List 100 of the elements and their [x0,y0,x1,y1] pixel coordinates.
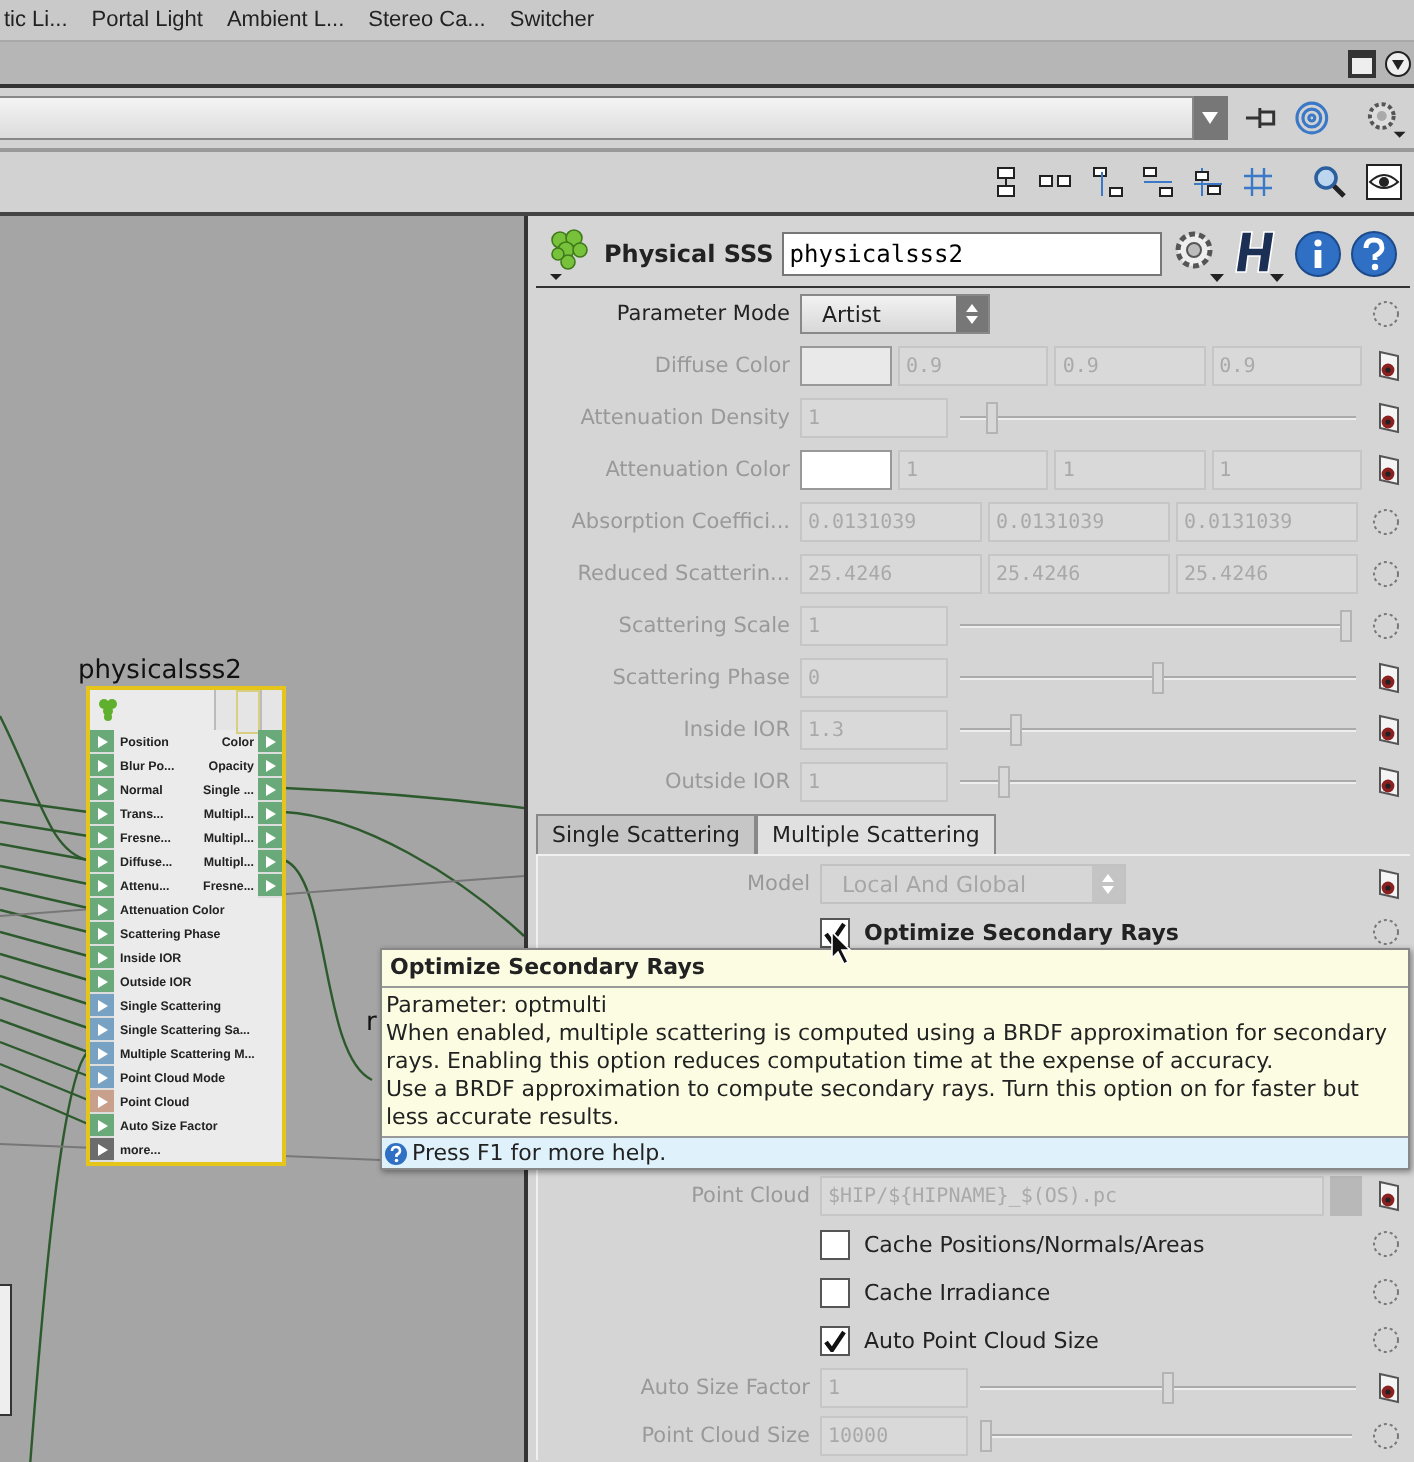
input-connector[interactable] [90,1042,114,1066]
spinner-icon[interactable] [1370,1324,1402,1356]
tab[interactable]: Multiple Scattering [756,814,996,854]
parameter-label: Attenuation Color [603,458,792,482]
spinner-icon[interactable] [1370,1228,1402,1260]
node-flag[interactable] [214,690,236,730]
output-connector[interactable] [258,730,282,754]
shelf-tool[interactable]: tic Li... [0,8,72,32]
input-connector[interactable] [90,778,114,802]
wire [0,930,89,958]
input-connector[interactable] [90,922,114,946]
settings-icon[interactable] [1362,98,1406,138]
checkbox[interactable] [820,1277,850,1307]
spinner-icon[interactable] [1370,916,1402,948]
path-field[interactable] [0,96,1194,140]
layout-icon[interactable] [1038,172,1074,192]
help-icon[interactable] [1349,230,1398,278]
parameter-label: Reduced Scatterin... [575,562,792,586]
layout-icon[interactable] [992,166,1020,198]
tooltip-text: Use a BRDF approximation to compute secondary rays. Turn this option on for faster but less accurate results. [386,1076,1361,1132]
eye-icon[interactable] [1366,164,1402,200]
tab[interactable]: Single Scattering [536,814,757,854]
menu-dropdown[interactable]: Artist [800,294,990,334]
input-connector[interactable] [90,1114,114,1138]
node-flag[interactable] [260,690,282,730]
grid-icon[interactable] [1242,166,1274,198]
parameter-label: Point Cloud [689,1184,812,1208]
wire [0,974,89,1006]
layout-icon[interactable] [1192,166,1224,198]
parameter-label: Scattering Phase [610,666,792,690]
search-icon[interactable] [1312,164,1348,200]
parameter-label: Model [744,872,812,896]
input-connector[interactable] [90,1018,114,1042]
grape-icon [98,698,118,722]
shelf-tool[interactable]: Stereo Ca... [364,8,490,32]
parameter-label: Point Cloud Size [639,1424,812,1448]
tooltip-text: When enabled, multiple scattering is computed using a BRDF approximation for secondary rays. Enabling this option reduces computation time at the expense of accuracy. [386,1020,1390,1076]
input-connector[interactable] [90,1138,114,1162]
pane-icon[interactable] [1346,47,1378,79]
input-connector[interactable] [90,850,114,874]
node-label: r [366,1008,377,1038]
parameter-label: Attenuation Density [578,406,792,430]
shelf-tool[interactable]: Switcher [505,8,599,32]
checkbox-label: Cache Irradiance [864,1279,1051,1305]
output-connector[interactable] [258,754,282,778]
input-connector[interactable] [90,898,114,922]
pin-icon[interactable] [1243,102,1279,134]
menu-icon[interactable] [1384,49,1412,77]
output-connector[interactable] [258,778,282,802]
parameter-label: Diffuse Color [652,354,792,378]
node-type-label: Physical SSS [604,240,774,268]
help-hint: Press F1 for more help. [412,1140,667,1166]
shelf-tool[interactable]: Ambient L... [222,8,349,32]
input-connector[interactable] [90,970,114,994]
wire [0,952,89,982]
input-connector[interactable] [90,754,114,778]
tooltip-title: Optimize Secondary Rays [382,950,1408,988]
caret-icon [1202,112,1219,124]
check-icon [824,921,846,943]
layout-icon[interactable] [1142,166,1174,198]
check-icon [824,1329,846,1351]
node-label: physicalsss2 [78,656,242,686]
layout-icon[interactable] [1092,166,1124,198]
input-connector[interactable] [90,826,114,850]
input-connector[interactable] [90,946,114,970]
spinner-icon[interactable] [1370,1276,1402,1308]
checkbox-label: Cache Positions/Normals/Areas [864,1231,1205,1257]
input-connector[interactable] [90,1090,114,1114]
input-connector[interactable] [90,874,114,898]
checkbox[interactable] [820,1229,850,1259]
spinner-icon[interactable] [1370,298,1402,330]
help-icon [384,1141,408,1165]
wire [0,996,89,1030]
output-connector[interactable] [258,826,282,850]
checkbox-label: Auto Point Cloud Size [864,1327,1099,1353]
output-connector[interactable] [258,874,282,898]
tooltip-text: Parameter: optmulti [386,992,609,1020]
output-connector[interactable] [258,850,282,874]
spiral-icon[interactable] [1294,100,1331,136]
checkbox[interactable] [820,1325,850,1355]
input-connector[interactable] [90,1066,114,1090]
input-connector[interactable] [90,730,114,754]
cursor-icon [830,930,854,966]
parameter-label: Inside IOR [681,718,792,742]
parameter-label: Absorption Coeffici... [569,510,792,534]
network-node[interactable] [0,1284,12,1416]
parameter-label: Auto Size Factor [638,1376,812,1400]
shelf-tool[interactable]: Portal Light [87,8,207,32]
node-name-field[interactable]: physicalsss2 [781,232,1162,276]
input-connector[interactable] [90,802,114,826]
parameter-label: Outside IOR [662,770,792,794]
node-flag[interactable] [236,690,260,734]
checkbox-label: Optimize Secondary Rays [864,919,1179,945]
output-connector[interactable] [258,802,282,826]
houdini-icon[interactable] [1233,226,1286,282]
parameter-label: Scattering Scale [616,614,792,638]
parameter-label: Parameter Mode [614,302,792,326]
info-icon[interactable] [1293,230,1342,278]
input-connector[interactable] [90,994,114,1018]
dropdown-button[interactable] [1193,96,1228,140]
